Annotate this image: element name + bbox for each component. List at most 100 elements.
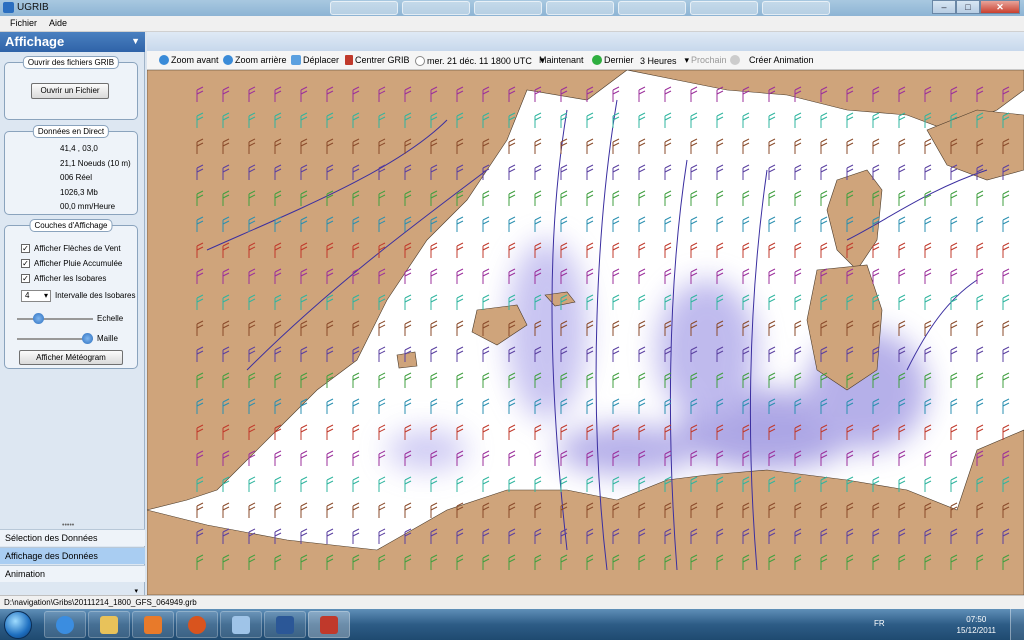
rain-checkbox[interactable]: ✓ Afficher Pluie Accumulée — [21, 259, 122, 268]
panel-title: Affichage — [5, 34, 65, 49]
zoom-in-button[interactable]: Zoom avant — [159, 55, 219, 65]
media-player-icon — [144, 615, 162, 634]
next-button[interactable]: Prochain — [691, 55, 742, 65]
last-button[interactable]: Dernier — [592, 55, 634, 65]
layers-title: Couches d'Affichage — [29, 219, 113, 232]
splitter-grip[interactable]: ••••• — [62, 522, 74, 529]
checkbox-icon: ✓ — [21, 274, 30, 283]
language-indicator[interactable]: FR — [874, 619, 885, 628]
window-title: UGRIB — [17, 2, 49, 13]
grib-map[interactable] — [147, 70, 1024, 595]
scale-slider-knob[interactable] — [33, 313, 44, 324]
background-window-tabs — [330, 0, 890, 16]
zoom-out-button[interactable]: Zoom arrière — [223, 55, 287, 65]
date-text: mer. 21 déc. 11 1800 UTC — [427, 55, 532, 66]
main-header-strip — [147, 32, 1024, 51]
checkbox-icon: ✓ — [21, 244, 30, 253]
create-animation-button[interactable]: Créer Animation — [749, 55, 814, 65]
panel-menu-icon[interactable]: ▼ — [131, 36, 140, 46]
live-wind-speed: 21,1 Noeuds (10 m) — [60, 159, 131, 168]
rain-label: Afficher Pluie Accumulée — [34, 259, 123, 268]
word-taskbar-icon[interactable] — [264, 611, 306, 638]
open-files-group: Ouvrir des fichiers GRIB Ouvrir un Fichi… — [4, 56, 138, 120]
map-canvas[interactable] — [147, 70, 1024, 595]
title-bar: UGRIB – □ ✕ — [0, 0, 1024, 16]
nav-data-display[interactable]: Affichage des Données — [0, 547, 145, 564]
scale-slider[interactable] — [17, 313, 93, 324]
clock-time: 07:50 — [966, 615, 987, 624]
left-panel: Affichage ▼ Ouvrir des fichiers GRIB Ouv… — [0, 32, 145, 595]
status-bar: D:\navigation\Gribs\20111214_1800_GFS_06… — [0, 595, 1024, 609]
mesh-slider[interactable] — [17, 333, 93, 344]
show-desktop-button[interactable] — [1010, 609, 1024, 640]
file-path: D:\navigation\Gribs\20111214_1800_GFS_06… — [4, 598, 197, 607]
chevron-down-icon: ▾ — [43, 291, 48, 300]
zoom-out-icon — [223, 55, 233, 65]
chevron-down-icon: ▾ — [684, 55, 690, 65]
isobar-interval-select[interactable]: 4 ▾ — [21, 290, 51, 302]
live-position: 41,4 , 03,0 — [60, 144, 98, 153]
layers-group: Couches d'Affichage ✓ Afficher Flèches de… — [4, 219, 138, 369]
map-toolbar: Zoom avant Zoom arrière Déplacer Centrer… — [147, 51, 1024, 70]
menu-file[interactable]: Fichier — [10, 18, 37, 28]
close-button[interactable]: ✕ — [980, 0, 1020, 14]
word-icon — [276, 615, 294, 634]
clock-icon — [415, 55, 425, 66]
open-file-button[interactable]: Ouvrir un Fichier — [31, 83, 109, 99]
live-rain: 00,0 mm/Heure — [60, 202, 116, 211]
move-button[interactable]: Déplacer — [291, 55, 339, 65]
open-files-title: Ouvrir des fichiers GRIB — [22, 56, 120, 69]
zoom-in-icon — [159, 55, 169, 65]
date-selector[interactable]: mer. 21 déc. 11 1800 UTC ▾ — [415, 55, 544, 66]
firefox-taskbar-icon[interactable] — [176, 611, 218, 638]
nav-expand-icon[interactable]: ▾ — [134, 587, 138, 595]
ibiza — [396, 351, 418, 369]
live-data-group: Données en Direct 41,4 , 03,0 21,1 Noeud… — [4, 125, 138, 215]
system-tray: FR 07:50 15/12/2011 — [854, 609, 1024, 640]
app-taskbar-icon[interactable] — [220, 611, 262, 638]
hand-icon — [291, 55, 301, 65]
meteogram-button[interactable]: Afficher Météogram — [19, 350, 123, 365]
live-data-title: Données en Direct — [32, 125, 110, 138]
firefox-icon — [188, 615, 206, 634]
maximize-button[interactable]: □ — [956, 0, 980, 14]
center-grib-button[interactable]: Centrer GRIB — [345, 55, 410, 65]
taskbar: FR 07:50 15/12/2011 — [0, 609, 1024, 640]
checkbox-icon: ✓ — [21, 259, 30, 268]
now-button[interactable]: Maintenant — [539, 55, 584, 65]
isobars-label: Afficher les Isobares — [34, 274, 107, 283]
media-taskbar-icon[interactable] — [132, 611, 174, 638]
nav-data-selection[interactable]: Sélection des Données — [0, 529, 145, 546]
mesh-label: Maille — [97, 334, 118, 343]
ugrib-icon — [320, 615, 338, 634]
isobars-checkbox[interactable]: ✓ Afficher les Isobares — [21, 274, 106, 283]
folder-icon — [100, 615, 118, 634]
start-button[interactable] — [4, 611, 32, 639]
ugrib-taskbar-icon[interactable] — [308, 611, 350, 638]
scale-label: Echelle — [97, 314, 124, 323]
app-icon — [3, 2, 14, 13]
explorer-taskbar-icon[interactable] — [88, 611, 130, 638]
minimize-button[interactable]: – — [932, 0, 956, 14]
app-icon — [232, 615, 250, 634]
ie-icon — [56, 615, 74, 634]
back-arrow-icon — [592, 55, 602, 65]
panel-header: Affichage ▼ — [0, 32, 145, 52]
isobar-interval-label: Intervalle des Isobares — [55, 291, 136, 300]
clock[interactable]: 07:50 15/12/2011 — [957, 614, 996, 636]
ie-taskbar-icon[interactable] — [44, 611, 86, 638]
live-wind-direction: 006 Réel — [60, 173, 93, 182]
wind-arrows-label: Afficher Flèches de Vent — [34, 244, 121, 253]
mesh-slider-knob[interactable] — [82, 333, 93, 344]
wind-arrows-checkbox[interactable]: ✓ Afficher Flèches de Vent — [21, 244, 121, 253]
nav-animation[interactable]: Animation — [0, 565, 145, 582]
live-pressure: 1026,3 Mb — [60, 188, 98, 197]
main-area: Zoom avant Zoom arrière Déplacer Centrer… — [147, 32, 1024, 595]
pin-icon — [345, 55, 353, 65]
window-controls: – □ ✕ — [932, 0, 1020, 14]
menu-bar: Fichier Aide — [0, 16, 1024, 32]
clock-date: 15/12/2011 — [956, 626, 996, 635]
forward-arrow-icon — [729, 55, 740, 65]
menu-help[interactable]: Aide — [49, 18, 67, 28]
step-selector[interactable]: 3 Heures ▾ — [640, 55, 689, 66]
